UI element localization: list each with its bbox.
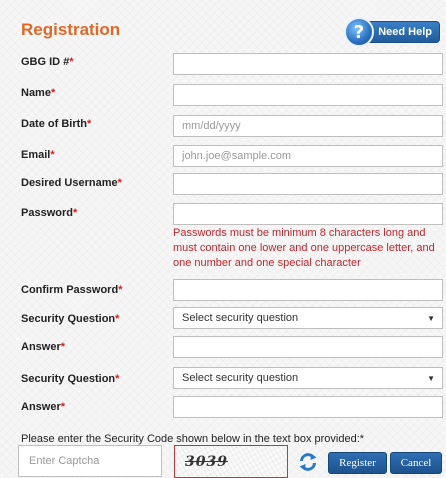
captcha-code: 3039 xyxy=(185,453,228,470)
required-marker: * xyxy=(69,56,74,68)
chevron-down-icon: ▼ xyxy=(427,314,435,323)
gbg-id-input[interactable] xyxy=(173,53,443,75)
email-input[interactable] xyxy=(173,145,443,167)
cancel-button[interactable]: Cancel xyxy=(390,452,442,474)
help-icon: ? xyxy=(344,17,374,47)
username-label: Desired Username* xyxy=(21,177,122,189)
username-label-text: Desired Username xyxy=(21,177,118,189)
email-label-text: Email xyxy=(21,149,51,161)
answer-1-label: Answer* xyxy=(21,341,65,353)
name-label-text: Name xyxy=(21,87,51,99)
chevron-down-icon: ▼ xyxy=(427,374,435,383)
need-help-button[interactable]: ? Need Help xyxy=(344,17,440,47)
required-marker: * xyxy=(115,373,120,385)
captcha-image: 3039 xyxy=(174,445,288,478)
security-question-1-label-text: Security Question xyxy=(21,313,116,325)
required-marker: * xyxy=(115,313,120,325)
required-marker: * xyxy=(60,401,66,413)
security-question-1-value: Select security question xyxy=(182,312,299,324)
password-input[interactable] xyxy=(173,203,443,225)
captcha-instructions: Please enter the Security Code shown bel… xyxy=(21,433,365,445)
need-help-label: Need Help xyxy=(378,26,432,38)
dob-label-text: Date of Birth xyxy=(21,118,87,130)
confirm-password-input[interactable] xyxy=(173,279,443,301)
name-label: Name* xyxy=(21,87,55,99)
name-input[interactable] xyxy=(173,84,443,106)
confirm-password-label-text: Confirm Password xyxy=(21,284,119,296)
password-label: Password* xyxy=(21,207,77,219)
answer-1-label-text: Answer xyxy=(21,341,61,353)
required-marker: * xyxy=(72,207,78,219)
email-label: Email* xyxy=(21,149,55,161)
required-marker: * xyxy=(50,149,55,161)
required-marker: * xyxy=(50,87,56,99)
required-marker: * xyxy=(118,284,123,296)
register-button[interactable]: Register xyxy=(328,452,387,474)
dob-input[interactable] xyxy=(173,115,443,137)
required-marker: * xyxy=(60,341,66,353)
security-question-2-value: Select security question xyxy=(182,372,299,384)
answer-1-input[interactable] xyxy=(173,336,443,358)
security-question-1-label: Security Question* xyxy=(21,313,119,325)
username-input[interactable] xyxy=(173,173,443,195)
refresh-icon[interactable] xyxy=(298,452,318,472)
required-marker: * xyxy=(87,118,92,130)
answer-2-label-text: Answer xyxy=(21,401,61,413)
required-marker: * xyxy=(117,177,122,189)
password-hint: Passwords must be minimum 8 characters l… xyxy=(173,227,435,269)
gbg-id-label-text: GBG ID # xyxy=(21,56,70,68)
answer-2-label: Answer* xyxy=(21,401,65,413)
security-question-2-label-text: Security Question xyxy=(21,373,116,385)
answer-2-input[interactable] xyxy=(173,396,443,418)
security-question-1-select[interactable]: Select security question ▼ xyxy=(173,307,443,329)
gbg-id-label: GBG ID #* xyxy=(21,56,74,68)
page-header: Registration ? Need Help xyxy=(0,0,446,47)
page-title: Registration xyxy=(21,20,121,39)
security-question-2-select[interactable]: Select security question ▼ xyxy=(173,367,443,389)
dob-label: Date of Birth* xyxy=(21,118,91,130)
security-question-2-label: Security Question* xyxy=(21,373,119,385)
password-label-text: Password xyxy=(21,207,73,219)
confirm-password-label: Confirm Password* xyxy=(21,284,122,296)
captcha-input[interactable] xyxy=(18,445,162,477)
